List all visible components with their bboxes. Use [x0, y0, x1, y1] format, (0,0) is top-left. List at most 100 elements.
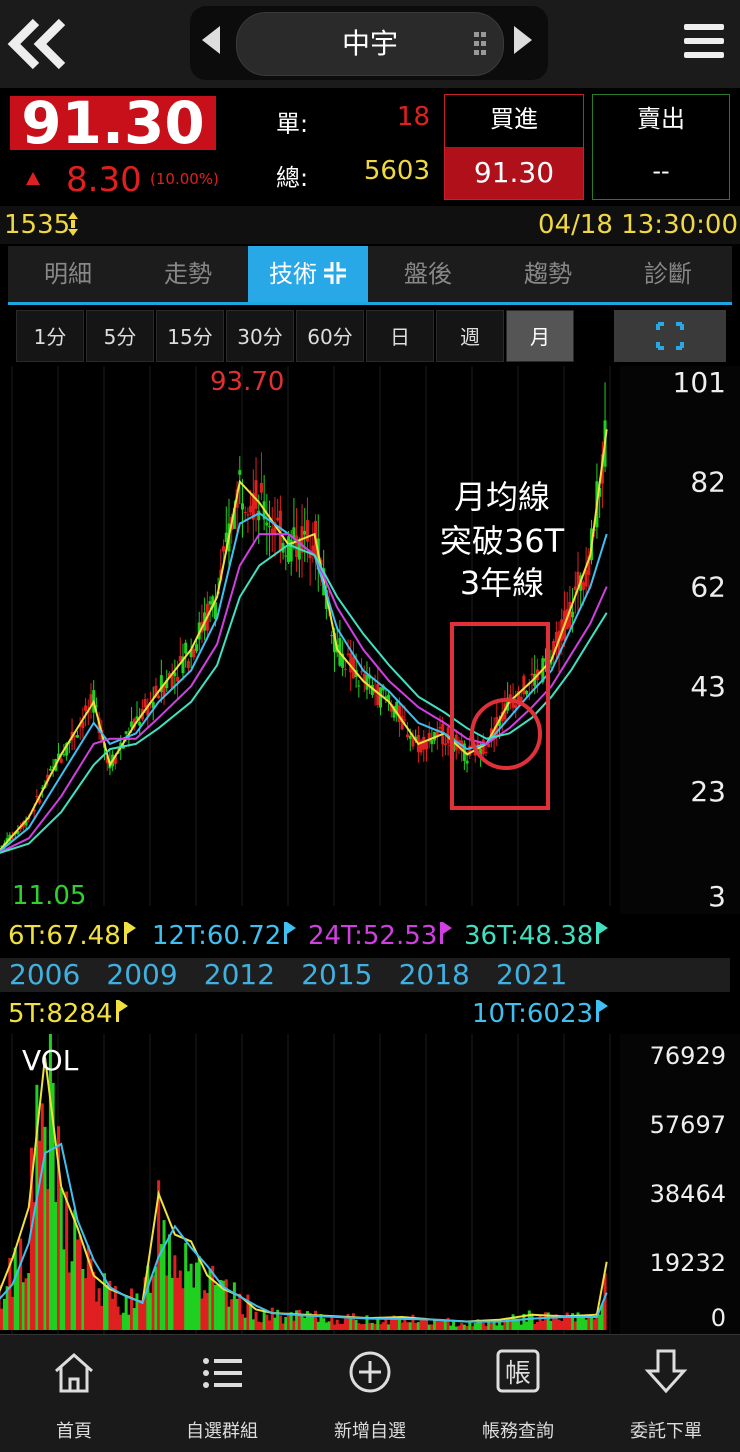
price-candle [438, 726, 442, 729]
price-candle [443, 743, 447, 745]
bottom-nav: 首頁 自選群組 新增自選 帳 帳務查詢 委託下單 [0, 1334, 740, 1452]
price-candle [192, 648, 196, 658]
period-day[interactable]: 日 [366, 310, 434, 362]
volume-bar [341, 1323, 345, 1330]
flag-icon [123, 922, 136, 944]
volume-bar [533, 1323, 537, 1330]
volume-bar [525, 1321, 529, 1330]
volume-bar [368, 1323, 372, 1330]
volume-bar [462, 1324, 466, 1330]
nav-watchlist-groups[interactable]: 自選群組 [148, 1335, 296, 1452]
flag-icon [115, 1000, 128, 1022]
volume-bar [292, 1320, 296, 1330]
volume-bar [560, 1320, 564, 1330]
price-candle [330, 635, 334, 637]
volume-bar [241, 1314, 245, 1330]
tab-diagnosis[interactable]: 診斷 [608, 246, 728, 302]
volume-bar [121, 1312, 125, 1330]
tab-technical[interactable]: 技術 [248, 246, 368, 302]
volume-bar [587, 1316, 591, 1330]
price-candle [222, 546, 226, 552]
volume-bar [192, 1287, 196, 1330]
volume-bar [452, 1321, 456, 1330]
price-y-tick: 43 [690, 670, 726, 703]
volume-bar [376, 1318, 380, 1330]
nav-add-watchlist[interactable]: 新增自選 [296, 1335, 444, 1452]
sort-icon[interactable] [68, 212, 78, 236]
tab-detail[interactable]: 明細 [8, 246, 128, 302]
tab-trend[interactable]: 走勢 [128, 246, 248, 302]
volume-bar [562, 1316, 566, 1330]
volume-bar [67, 1272, 71, 1330]
volume-bar [541, 1320, 545, 1330]
volume-bar [395, 1319, 399, 1330]
volume-y-tick: 19232 [650, 1249, 726, 1277]
period-30min[interactable]: 30分 [226, 310, 294, 362]
back-icon[interactable] [6, 14, 70, 74]
price-y-tick: 3 [708, 880, 726, 913]
quote-datetime: 04/18 13:30:00 [538, 210, 738, 240]
price-candle [208, 601, 212, 605]
volume-bar [154, 1266, 158, 1330]
period-5min[interactable]: 5分 [86, 310, 154, 362]
volume-bar [46, 1188, 50, 1330]
buy-box[interactable]: 買進 91.30 [444, 94, 584, 200]
price-candle [195, 644, 199, 652]
price-candle [130, 721, 134, 728]
low-price-label: 11.05 [12, 881, 86, 911]
stock-name-pill[interactable]: 中宇 [236, 12, 504, 76]
volume-bar [489, 1322, 493, 1330]
volume-bar [16, 1269, 20, 1330]
volume-bar [416, 1322, 420, 1330]
hamburger-icon[interactable] [684, 24, 724, 64]
volume-bar [552, 1318, 556, 1330]
nav-home[interactable]: 首頁 [0, 1335, 148, 1452]
price-candle [525, 691, 529, 695]
volume-bar [65, 1191, 69, 1330]
period-1min[interactable]: 1分 [16, 310, 84, 362]
price-candle [157, 695, 161, 699]
nav-home-label: 首頁 [56, 1421, 92, 1442]
period-15min[interactable]: 15分 [156, 310, 224, 362]
tab-after-hours[interactable]: 盤後 [368, 246, 488, 302]
volume-bar [381, 1322, 385, 1330]
sell-box[interactable]: 賣出 -- [592, 94, 730, 200]
nav-place-order[interactable]: 委託下單 [592, 1335, 740, 1452]
price-candle [292, 527, 296, 538]
volume-bar [470, 1326, 474, 1330]
price-candle [186, 660, 190, 669]
nav-place-order-label: 委託下單 [630, 1421, 702, 1442]
price-candle [35, 795, 39, 797]
period-month[interactable]: 月 [506, 310, 574, 362]
volume-bar [59, 1188, 63, 1330]
price-chart[interactable]: 93.70 11.05 101 82 62 43 23 3 月均線 突破36T 3年線 [0, 366, 740, 914]
period-60min[interactable]: 60分 [296, 310, 364, 362]
volume-chart[interactable]: VOL 76929 57697 38464 19232 0 [0, 1034, 740, 1334]
price-candle [257, 510, 261, 521]
stock-code[interactable]: 1535 [4, 210, 70, 240]
nav-add-watchlist-label: 新增自選 [334, 1421, 406, 1442]
high-price-label: 93.70 [210, 367, 284, 397]
tab-trend-analysis[interactable]: 趨勢 [488, 246, 608, 302]
volume-bar [132, 1308, 136, 1330]
nav-account[interactable]: 帳 帳務查詢 [444, 1335, 592, 1452]
volume-bar [430, 1324, 434, 1330]
volume-bar [584, 1319, 588, 1330]
volume-bar [138, 1299, 142, 1330]
volume-title: VOL [22, 1044, 79, 1077]
volume-bar [311, 1315, 315, 1330]
next-stock-icon[interactable] [514, 26, 532, 54]
volume-bar [94, 1301, 98, 1330]
year-axis: 2006 2009 2012 2015 2018 2021 [0, 958, 730, 992]
price-candle [465, 760, 469, 764]
volume-bar [270, 1307, 274, 1330]
last-price: 91.30 [10, 94, 216, 152]
volume-bar [227, 1306, 231, 1330]
volume-bar [419, 1318, 423, 1330]
volume-bar [408, 1322, 412, 1330]
annotation-line-3: 3年線 [460, 564, 544, 602]
period-week[interactable]: 週 [436, 310, 504, 362]
plus-circle-icon [349, 1351, 391, 1393]
prev-stock-icon[interactable] [202, 26, 220, 54]
fullscreen-icon[interactable] [614, 310, 726, 362]
